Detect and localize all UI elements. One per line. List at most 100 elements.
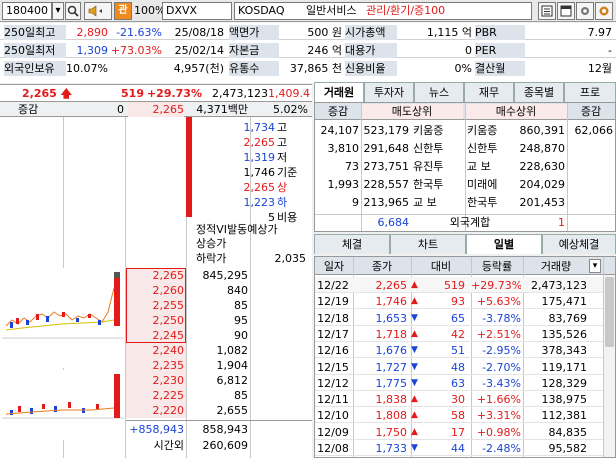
tab-trades[interactable]: 체결 — [314, 234, 390, 254]
daily-table: 일자 종가 대비 등락률 거래량 ▾ 12/22 2,265 519 +29.73% 2… — [314, 256, 616, 458]
tab-finance[interactable]: 재무 — [464, 82, 514, 102]
vertical-scrollbar[interactable] — [604, 275, 615, 457]
down-arrow-icon: ▼ — [411, 312, 418, 323]
gear-icon[interactable] — [595, 2, 613, 20]
daily-volume: 138,975 — [541, 393, 588, 407]
table-row[interactable]: 12/11 1,838 30 +1.66% 138,975 ▲ — [315, 391, 603, 408]
table-row[interactable]: 12/22 2,265 519 +29.73% 2,473,123 ▲ — [315, 277, 603, 293]
sell-price[interactable]: 2,255 — [128, 298, 185, 313]
zoom-level: 100% — [134, 4, 166, 17]
buy-price[interactable]: 2,230 — [128, 373, 185, 388]
buy-price[interactable]: 2,220 — [128, 403, 185, 418]
broker-diff: 9 — [352, 196, 359, 209]
sell-qty: 95 — [234, 314, 248, 327]
tab-chart[interactable]: 차트 — [390, 234, 466, 254]
date-250-low: 25/02/14 — [174, 44, 224, 57]
table-row[interactable]: 3,810 291,648 신한투 신한투 248,870 — [315, 141, 615, 159]
tab-expected[interactable]: 예상체결 — [542, 234, 616, 254]
value-market-cap: 1,115 억 — [426, 26, 472, 39]
label-per: PER — [475, 43, 525, 58]
sell-qty: 840 — [227, 284, 248, 297]
tab-investor[interactable]: 투자자 — [364, 82, 414, 102]
daily-rate: -3.43% — [482, 376, 521, 390]
sell-volume: 523,179 — [363, 124, 410, 137]
stock-code-input[interactable]: 180400 — [2, 2, 52, 20]
daily-close: 1,808 — [375, 409, 408, 423]
orderbook-panel: 증감 0 2,265 4,371백만 5.02% 1,734 고 2,265 고 1… — [0, 102, 312, 458]
daily-date: 12/10 — [317, 409, 349, 423]
label-fiscal: 결산월 — [475, 61, 525, 76]
sell-volume: 213,965 — [363, 196, 410, 209]
window-icon[interactable] — [557, 2, 575, 20]
pct-250-low: +73.03% — [110, 44, 162, 57]
sell-price[interactable]: 2,245 — [128, 328, 185, 343]
tab-by-stock[interactable]: 종목별 — [514, 82, 564, 102]
buy-price[interactable]: 2,225 — [128, 388, 185, 403]
daily-rate: +3.31% — [476, 409, 521, 423]
value-float: 37,865 천 — [289, 62, 342, 75]
col-header: 매도상위 — [361, 104, 463, 119]
sell-volume: 228,557 — [363, 178, 410, 191]
settings-icon[interactable] — [576, 2, 594, 20]
tab-news[interactable]: 뉴스 — [414, 82, 464, 102]
table-row[interactable]: 12/10 1,808 58 +3.31% 112,381 ▲ — [315, 407, 603, 424]
table-row[interactable]: 24,107 523,179 키움증 키움증 860,391 62,066 — [315, 123, 615, 141]
value-substitute: 0 — [465, 44, 472, 57]
daily-date: 12/08 — [317, 442, 349, 455]
sell-price[interactable]: 2,250 — [128, 313, 185, 328]
value-capital: 246 억 — [307, 44, 342, 57]
foreign-sell-total: 6,684 — [377, 216, 410, 229]
list-icon[interactable] — [538, 2, 556, 20]
tab-program[interactable]: 프로 — [564, 82, 616, 102]
broker-diff: 1,993 — [327, 178, 360, 191]
sell-price[interactable]: 2,260 — [128, 283, 185, 298]
info-row-low: 250일최저 1,309 +73.03% 25/02/14 자본금 246 억 … — [0, 43, 616, 58]
tab-broker[interactable]: 거래원 — [314, 82, 364, 102]
value-fiscal: 12월 — [587, 62, 612, 75]
search-icon[interactable] — [65, 2, 81, 20]
table-row[interactable]: 1,993 228,557 한국투 미래에 204,029 — [315, 177, 615, 195]
speaker-icon[interactable] — [84, 2, 112, 20]
sell-price[interactable]: 2,265 — [128, 268, 185, 283]
buy-qty: 2,655 — [216, 404, 249, 417]
daily-close: 1,838 — [375, 393, 408, 407]
summary-row: 증감 0 2,265 4,371백만 5.02% — [0, 102, 312, 117]
broker-diff: 24,107 — [320, 124, 360, 137]
sell-broker: 유진투 — [413, 160, 444, 173]
table-row[interactable]: 12/09 1,750 17 +0.98% 84,835 ▲ — [315, 424, 603, 440]
table-row[interactable]: 12/08 1,733 44 -2.48% 95,582 ▼ — [315, 440, 603, 456]
vi-title: 정적VI발동예상가 — [196, 223, 278, 236]
sell-volume: 273,751 — [363, 160, 410, 173]
up-arrow-icon: ▲ — [411, 296, 418, 307]
daily-volume: 128,329 — [541, 376, 588, 390]
broker-diff: 3,810 — [327, 142, 360, 155]
buy-broker: 한국투 — [467, 196, 498, 209]
vi-down-value: 2,035 — [274, 252, 307, 265]
scrollbar-thumb[interactable] — [605, 277, 614, 347]
label-foreign: 외국인보유 — [4, 61, 66, 76]
table-row[interactable]: 12/19 1,746 93 +5.63% 175,471 ▲ — [315, 293, 603, 310]
status-badge: 관 — [114, 2, 132, 20]
table-row[interactable]: 12/16 1,676 51 -2.95% 378,343 ▼ — [315, 342, 603, 359]
label-250-low: 250일최저 — [4, 43, 66, 58]
buy-volume: 204,029 — [519, 178, 566, 191]
tab-daily[interactable]: 일별 — [466, 234, 542, 254]
table-row[interactable]: 12/17 1,718 42 +2.51% 135,526 ▲ — [315, 326, 603, 342]
code-dropdown-icon[interactable]: ▾ — [52, 2, 64, 20]
table-row[interactable]: 12/18 1,653 65 -3.78% 83,769 ▼ — [315, 310, 603, 326]
vi-down-label: 하락가 — [196, 252, 227, 265]
table-row[interactable]: 73 273,751 유진투 교 보 228,630 — [315, 159, 615, 177]
table-row[interactable]: 12/15 1,727 48 -2.70% 119,171 ▼ — [315, 359, 603, 375]
daily-rate: +29.73% — [471, 279, 521, 292]
ohlc-low: 1,319 — [243, 151, 276, 164]
chevron-down-icon[interactable]: ▾ — [589, 259, 601, 273]
daily-volume: 84,835 — [548, 425, 588, 439]
buy-price[interactable]: 2,235 — [128, 358, 185, 373]
vi-up-label: 상승가 — [196, 237, 227, 250]
up-arrow-icon: 🡅 — [60, 87, 72, 100]
table-row[interactable]: 9 213,965 교 보 한국투 201,453 — [315, 195, 615, 213]
table-row[interactable]: 12/12 1,775 63 -3.43% 128,329 ▼ — [315, 375, 603, 391]
buy-price[interactable]: 2,240 — [128, 343, 185, 358]
buy-broker: 신한투 — [467, 142, 498, 155]
ohlc-high-label: 고 — [277, 136, 288, 149]
